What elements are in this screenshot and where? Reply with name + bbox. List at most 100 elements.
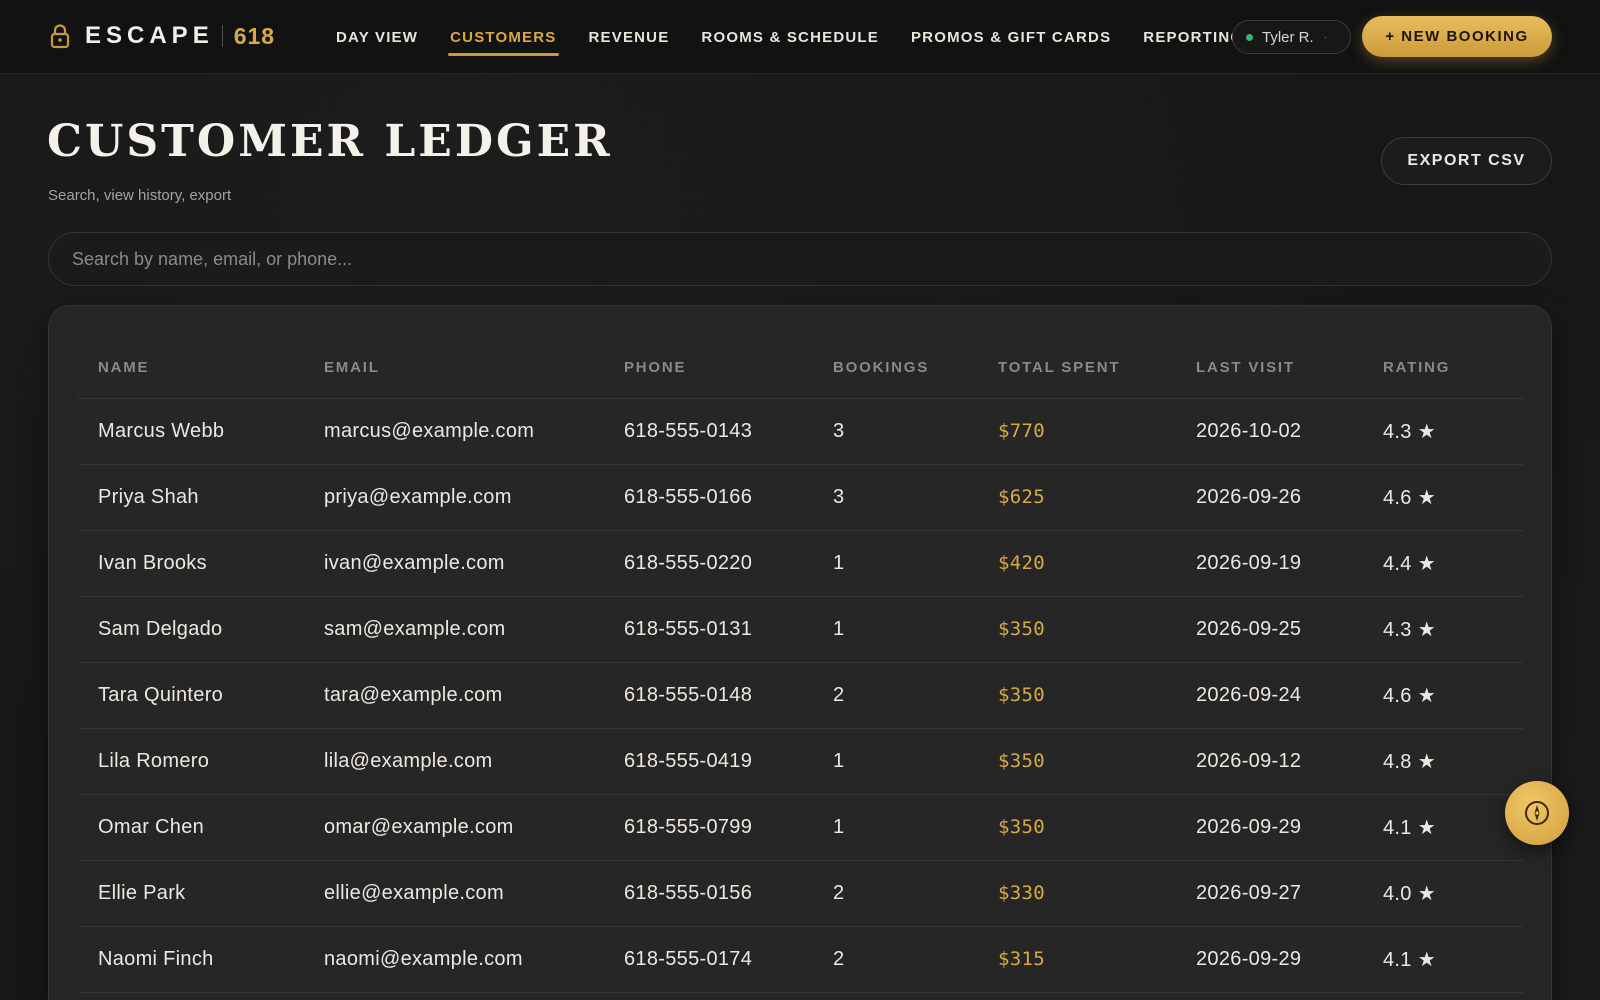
page-title: CUSTOMER LEDGER (47, 116, 613, 167)
email-value: priya@example.com (324, 485, 512, 508)
email-value: lila@example.com (324, 749, 493, 772)
table-row[interactable]: Ivan Brooks ivan@example.com 618-555-0220 1… (78, 530, 1523, 597)
nav-item-customers[interactable]: CUSTOMERS (434, 0, 572, 74)
name-value: Sam Delgado (98, 617, 223, 640)
export-csv-button[interactable]: EXPORT CSV (1381, 137, 1552, 185)
last-visit-value: 2026-09-19 (1196, 551, 1302, 574)
spent-value: $625 (998, 486, 1045, 508)
cell-email: priya@example.com (304, 464, 604, 531)
column-header-bookings[interactable]: BOOKINGS (813, 338, 978, 399)
nav-item-day-view[interactable]: DAY VIEW (320, 0, 434, 74)
cell-last-visit: 2026-09-24 (1176, 662, 1363, 729)
last-visit-value: 2026-09-26 (1196, 485, 1302, 508)
cell-email: ellie@example.com (304, 860, 604, 927)
cell-spent: $350 (978, 662, 1176, 729)
customer-table-card: NAME EMAIL PHONE BOOKINGS TOTAL SPENT LA… (48, 305, 1552, 1000)
cell-rating: 4.1 ★ (1363, 926, 1523, 993)
cell-name: Marcus Webb (78, 398, 304, 465)
star-icon: ★ (1417, 552, 1436, 575)
table-header: NAME EMAIL PHONE BOOKINGS TOTAL SPENT LA… (78, 338, 1523, 399)
column-header-phone[interactable]: PHONE (604, 338, 813, 399)
cell-bookings: 2 (813, 926, 978, 993)
cell-name: Naomi Finch (78, 926, 304, 993)
table-row[interactable]: Lila Romero lila@example.com 618-555-0419 1… (78, 728, 1523, 795)
table-row[interactable]: Tara Quintero tara@example.com 618-555-014… (78, 662, 1523, 729)
bookings-value: 3 (833, 485, 845, 508)
table-row[interactable]: Sam Delgado sam@example.com 618-555-0131 1 $… (78, 596, 1523, 663)
user-menu[interactable]: Tyler R. · (1232, 20, 1351, 54)
nav-item-promos-gift-cards[interactable]: PROMOS & GIFT CARDS (895, 0, 1127, 74)
page-subtitle: Search, view history, export (48, 187, 232, 204)
bookings-value: 3 (833, 419, 845, 442)
user-name: Tyler R. (1262, 28, 1314, 46)
cell-phone: 618-555-0156 (604, 860, 813, 927)
cell-name: Tara Quintero (78, 662, 304, 729)
rating-value: 4.4 (1383, 552, 1412, 575)
nav-item-revenue[interactable]: REVENUE (573, 0, 686, 74)
email-value: ellie@example.com (324, 881, 504, 904)
cell-email: tara@example.com (304, 662, 604, 729)
cell-rating: 4.1 ★ (1363, 794, 1523, 861)
nav-item-rooms-schedule[interactable]: ROOMS & SCHEDULE (685, 0, 895, 74)
column-header-name[interactable]: NAME (78, 338, 304, 399)
phone-value: 618-555-0148 (624, 683, 753, 706)
user-menu-caret-icon: · (1323, 31, 1328, 43)
table-body: Marcus Webb marcus@example.com 618-555-014… (78, 398, 1523, 993)
cell-bookings: 1 (813, 530, 978, 597)
cell-last-visit: 2026-09-12 (1176, 728, 1363, 795)
email-value: ivan@example.com (324, 551, 505, 574)
cell-phone: 618-555-0419 (604, 728, 813, 795)
phone-value: 618-555-0131 (624, 617, 753, 640)
cell-last-visit: 2026-10-02 (1176, 398, 1363, 465)
cell-rating: 4.6 ★ (1363, 464, 1523, 531)
table-row[interactable]: Priya Shah priya@example.com 618-555-0166 3… (78, 464, 1523, 531)
new-booking-button[interactable]: + NEW BOOKING (1362, 16, 1552, 57)
phone-value: 618-555-0174 (624, 947, 753, 970)
spent-value: $315 (998, 948, 1045, 970)
brand-logo[interactable]: ESCAPE 618 (49, 22, 275, 50)
cell-bookings: 1 (813, 596, 978, 663)
floating-action-button[interactable] (1505, 781, 1569, 845)
cell-bookings: 1 (813, 794, 978, 861)
cell-email: marcus@example.com (304, 398, 604, 465)
bookings-value: 2 (833, 683, 845, 706)
spent-value: $350 (998, 618, 1045, 640)
name-value: Naomi Finch (98, 947, 214, 970)
brand-name: ESCAPE (85, 22, 214, 49)
cell-last-visit: 2026-09-25 (1176, 596, 1363, 663)
column-header-last-visit[interactable]: LAST VISIT (1176, 338, 1363, 399)
last-visit-value: 2026-09-29 (1196, 947, 1302, 970)
phone-value: 618-555-0166 (624, 485, 753, 508)
name-value: Priya Shah (98, 485, 199, 508)
cell-spent: $625 (978, 464, 1176, 531)
cell-name: Ivan Brooks (78, 530, 304, 597)
cell-spent: $350 (978, 728, 1176, 795)
cell-name: Ellie Park (78, 860, 304, 927)
phone-value: 618-555-0220 (624, 551, 753, 574)
cell-email: lila@example.com (304, 728, 604, 795)
customer-search-input[interactable] (48, 232, 1552, 286)
column-header-total-spent[interactable]: TOTAL SPENT (978, 338, 1176, 399)
phone-value: 618-555-0156 (624, 881, 753, 904)
bookings-value: 2 (833, 947, 845, 970)
top-navigation-bar: ESCAPE 618 DAY VIEW CUSTOMERS REVENUE RO… (0, 0, 1600, 74)
name-value: Marcus Webb (98, 419, 225, 442)
star-icon: ★ (1417, 882, 1436, 905)
cell-spent: $350 (978, 596, 1176, 663)
cell-phone: 618-555-0220 (604, 530, 813, 597)
column-header-email[interactable]: EMAIL (304, 338, 604, 399)
cell-last-visit: 2026-09-19 (1176, 530, 1363, 597)
last-visit-value: 2026-10-02 (1196, 419, 1302, 442)
column-header-rating[interactable]: RATING (1363, 338, 1523, 399)
table-row[interactable]: Ellie Park ellie@example.com 618-555-0156 2… (78, 860, 1523, 927)
star-icon: ★ (1417, 420, 1436, 443)
cell-spent: $330 (978, 860, 1176, 927)
cell-email: sam@example.com (304, 596, 604, 663)
table-row[interactable]: Naomi Finch naomi@example.com 618-555-0174… (78, 926, 1523, 993)
bookings-value: 2 (833, 881, 845, 904)
table-row[interactable]: Marcus Webb marcus@example.com 618-555-014… (78, 398, 1523, 465)
table-row[interactable]: Omar Chen omar@example.com 618-555-0799 1 $3… (78, 794, 1523, 861)
brand-divider (221, 25, 223, 47)
last-visit-value: 2026-09-27 (1196, 881, 1302, 904)
cell-phone: 618-555-0148 (604, 662, 813, 729)
